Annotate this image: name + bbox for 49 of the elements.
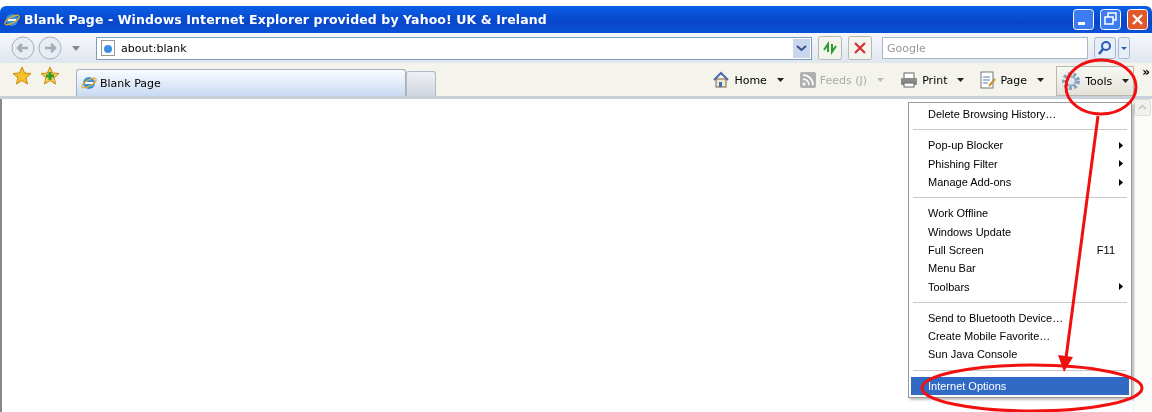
gear-icon <box>1061 71 1082 91</box>
menu-item[interactable]: Sun Java Console <box>911 345 1129 364</box>
house-icon <box>712 71 731 89</box>
restore-button[interactable] <box>1100 9 1121 30</box>
caret-icon <box>877 78 885 82</box>
command-button[interactable]: Tools <box>1056 66 1135 96</box>
menu-item[interactable]: Menu Bar <box>911 259 1129 278</box>
caret-icon <box>1122 79 1130 83</box>
command-button[interactable]: Page <box>976 68 1049 92</box>
search-button[interactable] <box>1094 37 1116 59</box>
minimize-button[interactable] <box>1073 9 1094 30</box>
menu-item[interactable]: Manage Add-ons <box>911 172 1129 192</box>
window-title: Blank Page - Windows Internet Explorer provided by Yahoo! UK & Ireland <box>24 12 547 27</box>
command-button[interactable]: Home <box>708 68 788 92</box>
menu-item[interactable]: Delete Browsing History… <box>911 105 1129 124</box>
menu-item[interactable]: Work Offline <box>911 204 1129 223</box>
caret-icon[interactable] <box>72 45 80 51</box>
menu-item[interactable]: Windows Update <box>911 222 1129 241</box>
menu-item[interactable]: Pop-up Blocker <box>911 136 1129 155</box>
overflow-chevron[interactable]: » <box>1142 65 1150 79</box>
menu-item[interactable]: Toolbars <box>911 277 1129 296</box>
command-button[interactable]: Print <box>896 68 969 92</box>
browser-logo-icon <box>4 11 20 28</box>
close-button[interactable] <box>1127 9 1148 30</box>
caret-icon <box>1037 78 1045 82</box>
tab[interactable]: Blank Page <box>76 69 406 96</box>
add-favorite-icon[interactable] <box>40 66 60 86</box>
new-tab-button[interactable] <box>406 71 436 96</box>
document-icon <box>980 71 997 89</box>
page-icon <box>101 40 115 56</box>
caret-icon <box>957 78 965 82</box>
menu-item[interactable]: Phishing Filter <box>911 154 1129 173</box>
menu-item[interactable]: Internet Options <box>911 376 1129 395</box>
browser-logo-icon <box>81 75 97 91</box>
scrollbar[interactable] <box>1133 99 1152 412</box>
printer-icon <box>900 72 919 88</box>
caret-icon <box>776 78 784 82</box>
star-icon[interactable] <box>12 66 32 86</box>
menu-item[interactable]: Send to Bluetooth Device… <box>911 308 1129 327</box>
stop-button[interactable] <box>848 36 872 60</box>
menu-item[interactable]: Full Screen F11 <box>911 240 1129 260</box>
search-field[interactable]: Google <box>882 37 1088 59</box>
search-options-button[interactable] <box>1118 37 1130 59</box>
menu-item[interactable]: Create Mobile Favorite… <box>911 326 1129 346</box>
feed-icon <box>799 72 816 88</box>
address-field[interactable]: about:blank <box>96 36 812 60</box>
dropdown-button[interactable] <box>793 38 810 58</box>
refresh-button[interactable] <box>818 36 842 60</box>
shortcut-label: F11 <box>1096 243 1115 256</box>
